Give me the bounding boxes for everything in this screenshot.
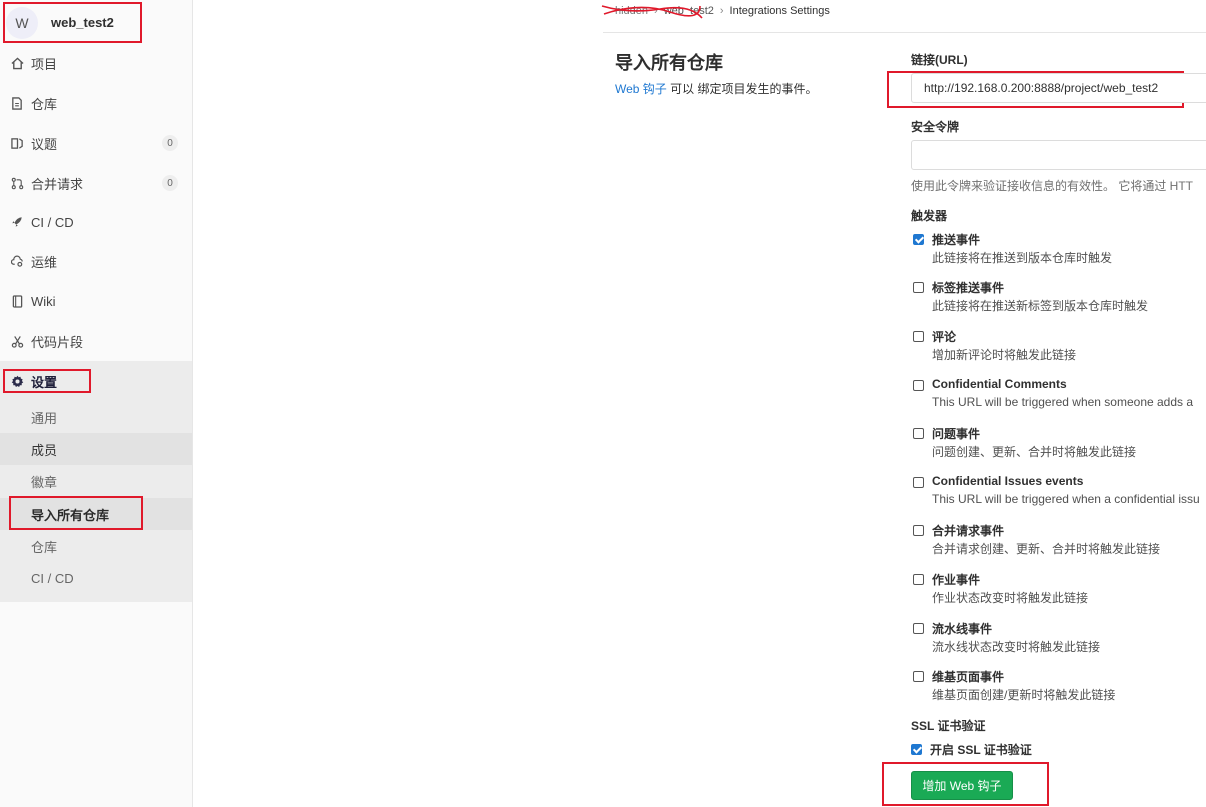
settings-subitem-general[interactable]: 通用 — [0, 401, 192, 433]
page-description: Web 钩子 可以 绑定项目发生的事件。 — [615, 80, 817, 97]
sidebar-item-operations[interactable]: 运维 — [0, 242, 192, 280]
trigger-desc: This URL will be triggered when a confid… — [932, 492, 1200, 506]
trigger-title: Confidential Comments — [932, 377, 1067, 391]
trigger-title: 作业事件 — [932, 573, 981, 587]
sidebar-item-wiki[interactable]: Wiki — [0, 282, 192, 320]
pipeline-events-checkbox[interactable] — [913, 623, 924, 634]
merge-requests-count-badge: 0 — [162, 175, 178, 191]
scribble-redaction — [601, 5, 703, 19]
comments-checkbox[interactable] — [913, 331, 924, 342]
home-icon — [10, 56, 24, 70]
trigger-desc: 流水线状态改变时将触发此链接 — [932, 640, 1101, 654]
sidebar-item-label: CI / CD — [31, 214, 74, 230]
confidential-comments-checkbox[interactable] — [913, 380, 924, 391]
sidebar-item-label: 设置 — [31, 374, 58, 390]
issues-icon — [10, 136, 24, 150]
job-events-checkbox[interactable] — [913, 574, 924, 585]
trigger-title: 问题事件 — [932, 427, 981, 441]
triggers-label: 触发器 — [911, 209, 948, 223]
sidebar-item-label: Wiki — [31, 293, 56, 309]
trigger-desc: 作业状态改变时将触发此链接 — [932, 591, 1089, 605]
scissors-icon — [10, 334, 24, 348]
wiki-page-events-checkbox[interactable] — [913, 671, 924, 682]
confidential-issues-checkbox[interactable] — [913, 477, 924, 488]
settings-subitem-repository[interactable]: 仓库 — [0, 530, 192, 562]
trigger-title: 合并请求事件 — [932, 524, 1005, 538]
sidebar-item-project[interactable]: 项目 — [0, 44, 192, 82]
sidebar-item-repository[interactable]: 仓库 — [0, 84, 192, 122]
chevron-right-icon: › — [719, 5, 724, 17]
url-input[interactable]: http://192.168.0.200:8888/project/web_te… — [911, 73, 1206, 103]
ssl-label: SSL 证书验证 — [911, 719, 986, 733]
sidebar-item-label: 合并请求 — [31, 176, 84, 192]
trigger-title: 标签推送事件 — [932, 281, 1005, 295]
trigger-desc: 合并请求创建、更新、合并时将触发此链接 — [932, 542, 1161, 556]
add-webhook-button[interactable]: 增加 Web 钩子 — [911, 771, 1013, 800]
avatar: W — [6, 6, 38, 39]
sidebar-item-label: 项目 — [31, 56, 58, 72]
token-help-text: 使用此令牌来验证接收信息的有效性。 它将通过 HTT — [911, 179, 1193, 193]
settings-subitem-integrations[interactable]: 导入所有仓库 — [0, 498, 192, 530]
rocket-icon — [10, 215, 24, 229]
trigger-desc: This URL will be triggered when someone … — [932, 395, 1194, 409]
ssl-verification-checkbox[interactable] — [911, 744, 922, 755]
merge-request-events-checkbox[interactable] — [913, 525, 924, 536]
issues-events-checkbox[interactable] — [913, 428, 924, 439]
book-icon — [10, 294, 24, 308]
sidebar-item-issues[interactable]: 议题 0 — [0, 124, 192, 162]
token-input[interactable] — [911, 140, 1206, 170]
webhooks-help-link[interactable]: Web 钩子 — [615, 82, 667, 96]
trigger-title: 评论 — [932, 330, 957, 344]
page-description-text: 可以 绑定项目发生的事件。 — [666, 82, 818, 96]
push-events-checkbox[interactable] — [913, 234, 924, 245]
file-icon — [10, 96, 24, 110]
trigger-title: 维基页面事件 — [932, 670, 1005, 684]
sidebar-item-settings[interactable]: 设置 — [0, 362, 192, 400]
trigger-desc: 此链接将在推送新标签到版本仓库时触发 — [932, 299, 1149, 313]
trigger-title: 流水线事件 — [932, 622, 993, 636]
sidebar-item-label: 代码片段 — [31, 334, 84, 350]
project-header[interactable]: W web_test2 — [4, 2, 142, 43]
cloud-gear-icon — [10, 254, 24, 268]
settings-subitem-badges[interactable]: 徽章 — [0, 465, 192, 497]
trigger-title: Confidential Issues events — [932, 474, 1084, 488]
settings-icon — [10, 374, 24, 388]
sidebar-item-merge-requests[interactable]: 合并请求 0 — [0, 164, 192, 202]
divider — [603, 32, 1206, 33]
sidebar-item-label: 运维 — [31, 254, 58, 270]
settings-subitem-members[interactable]: 成员 — [0, 433, 192, 465]
sidebar-item-snippets[interactable]: 代码片段 — [0, 322, 192, 360]
trigger-desc: 问题创建、更新、合并时将触发此链接 — [932, 445, 1137, 459]
issues-count-badge: 0 — [162, 135, 178, 151]
sidebar-item-ci-cd[interactable]: CI / CD — [0, 203, 192, 241]
tag-push-events-checkbox[interactable] — [913, 282, 924, 293]
sidebar-item-label: 议题 — [31, 136, 58, 152]
breadcrumb-current[interactable]: Integrations Settings — [730, 5, 830, 17]
url-label: 链接(URL) — [911, 53, 968, 67]
sidebar: W web_test2 项目 仓库 议题 0 合并请求 0 CI / CD 运维… — [0, 0, 193, 807]
token-label: 安全令牌 — [911, 120, 960, 134]
project-name: web_test2 — [51, 15, 114, 30]
ssl-option-label: 开启 SSL 证书验证 — [930, 743, 1032, 757]
trigger-title: 推送事件 — [932, 233, 981, 247]
settings-subitem-ci-cd[interactable]: CI / CD — [0, 562, 192, 594]
trigger-desc: 维基页面创建/更新时将触发此链接 — [932, 688, 1116, 702]
trigger-desc: 此链接将在推送到版本仓库时触发 — [932, 251, 1113, 265]
page-title: 导入所有仓库 — [615, 53, 723, 73]
sidebar-item-label: 仓库 — [31, 96, 58, 112]
trigger-desc: 增加新评论时将触发此链接 — [932, 348, 1077, 362]
merge-request-icon — [10, 176, 24, 190]
